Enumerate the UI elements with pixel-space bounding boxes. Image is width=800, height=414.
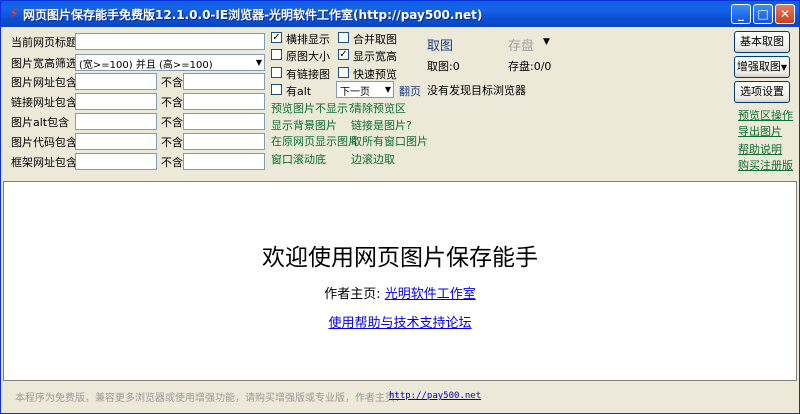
- control-panel: 当前网页标题 图片宽高筛选 (宽>=100) 并且 (高>=100) ▼ 图片网…: [3, 27, 797, 177]
- has-alt-label: 有alt: [286, 85, 312, 98]
- scroll-bottom-link[interactable]: 窗口滚动底: [271, 151, 326, 167]
- flip-page-link[interactable]: 翻页: [399, 83, 421, 99]
- fast-preview-checkbox[interactable]: [338, 67, 349, 78]
- title-bar[interactable]: ⚡ 网页图片保存能手免费版12.1.0.0-IE浏览器-光明软件工作室(http…: [1, 1, 799, 27]
- exclude-field[interactable]: [183, 73, 265, 90]
- author-line: 作者主页: 光明软件工作室: [4, 283, 796, 302]
- original-size-label: 原图大小: [286, 50, 330, 63]
- include-field[interactable]: [75, 73, 157, 90]
- help-link[interactable]: 帮助说明: [738, 141, 782, 157]
- clear-preview-link[interactable]: 清除预览区: [351, 100, 406, 116]
- horizontal-checkbox[interactable]: ✓: [271, 32, 282, 43]
- save-count: 存盘:0/0: [508, 60, 552, 73]
- fast-preview-label: 快速预览: [353, 68, 397, 81]
- horizontal-label: 横排显示: [286, 33, 330, 46]
- exclude-field[interactable]: [183, 93, 265, 110]
- show-bg-link[interactable]: 显示背景图片: [271, 117, 337, 133]
- page-title-field[interactable]: [75, 33, 265, 50]
- save-dropdown-icon[interactable]: ▼: [543, 37, 550, 47]
- scroll-get-link[interactable]: 边滚边取: [351, 151, 395, 167]
- exclude-label: 不含: [161, 116, 183, 129]
- link-is-image-link[interactable]: 链接是图片?: [351, 117, 412, 133]
- merge-checkbox[interactable]: [338, 32, 349, 43]
- include-field[interactable]: [75, 153, 157, 170]
- app-window: ⚡ 网页图片保存能手免费版12.1.0.0-IE浏览器-光明软件工作室(http…: [0, 0, 800, 414]
- exclude-label: 不含: [161, 76, 183, 89]
- no-browser-text: 没有发现目标浏览器: [427, 84, 526, 97]
- welcome-heading: 欢迎使用网页图片保存能手: [262, 245, 538, 271]
- fetch-title: 取图: [427, 39, 454, 54]
- form-row-label: 框架网址包含: [11, 156, 77, 169]
- author-label: 作者主页:: [324, 287, 381, 302]
- exclude-field[interactable]: [183, 153, 265, 170]
- enhanced-fetch-label: 增强取图: [736, 60, 781, 73]
- fetch-count: 取图:0: [427, 60, 460, 73]
- enhanced-fetch-button[interactable]: 增强取图▼: [734, 56, 790, 78]
- exclude-field[interactable]: [183, 133, 265, 150]
- page-title-label: 当前网页标题: [11, 36, 77, 49]
- maximize-button[interactable]: □: [753, 4, 773, 24]
- exclude-label: 不含: [161, 156, 183, 169]
- exclude-label: 不含: [161, 136, 183, 149]
- has-link-checkbox[interactable]: [271, 67, 282, 78]
- minimize-button[interactable]: _: [731, 4, 751, 24]
- page-select-value: 下一页: [340, 87, 370, 98]
- options-button[interactable]: 选项设置: [734, 81, 790, 103]
- merge-label: 合并取图: [353, 33, 397, 46]
- forum-line: 使用帮助与技术支持论坛: [4, 312, 796, 331]
- exclude-label: 不含: [161, 96, 183, 109]
- footer-url-link[interactable]: http://pay500.net: [389, 391, 481, 401]
- chevron-down-icon: ▼: [384, 85, 391, 94]
- include-field[interactable]: [75, 133, 157, 150]
- author-link[interactable]: 光明软件工作室: [385, 287, 476, 302]
- has-alt-checkbox[interactable]: [271, 84, 282, 95]
- include-field[interactable]: [75, 113, 157, 130]
- preview-area[interactable]: 欢迎使用网页图片保存能手 作者主页: 光明软件工作室 使用帮助与技术支持论坛: [3, 181, 797, 381]
- app-icon: ⚡: [9, 6, 19, 22]
- size-filter-label: 图片宽高筛选: [11, 57, 77, 70]
- basic-fetch-button[interactable]: 基本取图: [734, 31, 790, 53]
- save-title: 存盘: [508, 39, 535, 54]
- size-filter-value: (宽>=100) 并且 (高>=100): [79, 60, 213, 71]
- export-link[interactable]: 导出图片: [738, 123, 782, 139]
- show-original-link[interactable]: 在原网页显示图片: [271, 133, 359, 149]
- form-row-label: 链接网址包含: [11, 96, 77, 109]
- size-filter-select[interactable]: (宽>=100) 并且 (高>=100) ▼: [75, 54, 265, 71]
- form-row-label: 图片alt包含: [11, 116, 70, 129]
- chevron-down-icon: ▼: [780, 63, 788, 72]
- form-row-label: 图片代码包含: [11, 136, 77, 149]
- buy-link[interactable]: 购买注册版: [738, 157, 793, 173]
- include-field[interactable]: [75, 93, 157, 110]
- show-size-checkbox[interactable]: ✓: [338, 49, 349, 60]
- footer-notice: 本程序为免费版，兼容更多浏览器或使用增强功能，请购买增强版或专业版，作者主页：: [15, 393, 405, 404]
- status-bar: 本程序为免费版，兼容更多浏览器或使用增强功能，请购买增强版或专业版，作者主页： …: [1, 383, 799, 413]
- exclude-field[interactable]: [183, 113, 265, 130]
- form-row-label: 图片网址包含: [11, 76, 77, 89]
- has-link-label: 有链接图: [286, 68, 330, 81]
- preview-missing-link[interactable]: 预览图片不显示?: [271, 100, 354, 116]
- close-button[interactable]: ✕: [775, 4, 795, 24]
- chevron-down-icon: ▼: [255, 58, 262, 67]
- preview-ops-link[interactable]: 预览区操作: [738, 107, 793, 123]
- original-size-checkbox[interactable]: [271, 49, 282, 60]
- get-all-windows-link[interactable]: 取所有窗口图片: [351, 133, 428, 149]
- show-size-label: 显示宽高: [353, 50, 397, 63]
- page-select[interactable]: 下一页 ▼: [336, 81, 394, 98]
- forum-link[interactable]: 使用帮助与技术支持论坛: [328, 316, 471, 331]
- window-title: 网页图片保存能手免费版12.1.0.0-IE浏览器-光明软件工作室(http:/…: [23, 8, 483, 22]
